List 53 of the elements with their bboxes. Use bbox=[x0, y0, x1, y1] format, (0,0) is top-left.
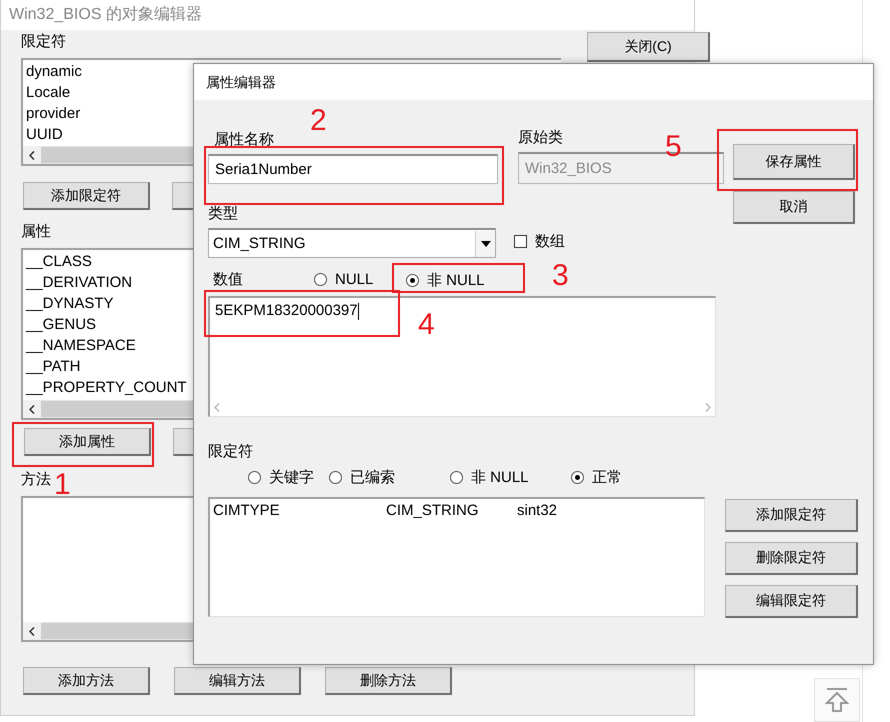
add-property-button[interactable]: 添加属性 bbox=[24, 428, 151, 456]
chevron-left-icon bbox=[29, 626, 35, 636]
field-label: 原始类 bbox=[518, 128, 563, 148]
type-dropdown[interactable]: CIM_STRING bbox=[208, 228, 496, 258]
up-arrow-icon bbox=[824, 687, 850, 713]
field-label: 类型 bbox=[208, 204, 238, 224]
radio-label: 非 NULL bbox=[471, 468, 529, 487]
annotation-number: 3 bbox=[552, 261, 569, 291]
checkbox-label: 数组 bbox=[535, 232, 565, 250]
chevron-left-icon bbox=[214, 402, 220, 412]
radio-label: 关键字 bbox=[269, 468, 314, 487]
chevron-right-icon bbox=[705, 402, 711, 412]
save-property-button[interactable]: 保存属性 bbox=[733, 144, 855, 180]
radio-button[interactable] bbox=[314, 272, 327, 286]
cancel-button[interactable]: 取消 bbox=[733, 191, 855, 224]
chevron-left-icon bbox=[29, 150, 35, 160]
section-label: 限定符 bbox=[21, 32, 66, 52]
radio-button[interactable] bbox=[571, 471, 584, 484]
annotation-number: 2 bbox=[310, 106, 327, 136]
property-name-field[interactable]: Seria1Number bbox=[208, 154, 498, 184]
radio-label: 已编索 bbox=[350, 468, 395, 487]
annotation-number: 4 bbox=[418, 310, 435, 340]
table-cell-text: sint32 bbox=[517, 502, 558, 519]
method-button[interactable]: 删除方法 bbox=[325, 667, 452, 695]
dialog-title: 属性编辑器 bbox=[194, 64, 873, 100]
field-label: 数值 bbox=[212, 270, 244, 290]
section-label: 限定符 bbox=[208, 442, 253, 462]
scroll-to-top-button[interactable] bbox=[814, 678, 860, 722]
method-button[interactable]: 编辑方法 bbox=[174, 667, 301, 695]
section-label: 属性 bbox=[21, 222, 51, 242]
radio-button[interactable] bbox=[450, 471, 463, 484]
radio-label: 非 NULL bbox=[427, 271, 485, 290]
qualifier-button[interactable]: 添加限定符 bbox=[725, 499, 858, 532]
radio-button[interactable] bbox=[329, 471, 342, 484]
chevron-left-icon bbox=[29, 404, 35, 414]
radio-label: 正常 bbox=[592, 468, 622, 487]
qualifier-button[interactable]: 编辑限定符 bbox=[725, 585, 858, 618]
add-qualifier-button[interactable]: 添加限定符 bbox=[23, 182, 150, 210]
radio-label: NULL bbox=[335, 270, 374, 288]
annotation-number: 1 bbox=[54, 470, 71, 500]
table-cell-text: CIMTYPE bbox=[213, 502, 281, 519]
radio-button[interactable] bbox=[406, 274, 419, 287]
qualifier-button[interactable]: 删除限定符 bbox=[725, 542, 858, 575]
close-button[interactable]: 关闭(C) bbox=[587, 32, 710, 62]
qualifier-table[interactable]: CIMTYPE CIM_STRING sint32 bbox=[208, 497, 705, 617]
checkbox[interactable] bbox=[514, 234, 527, 248]
dropdown-arrow-icon bbox=[480, 240, 490, 246]
radio-button[interactable] bbox=[248, 471, 261, 484]
window-title: Win32_BIOS 的对象编辑器 bbox=[1, 0, 694, 30]
table-cell-text: CIM_STRING bbox=[386, 502, 480, 519]
field-label: 属性名称 bbox=[213, 130, 274, 150]
section-label: 方法 bbox=[21, 470, 51, 490]
method-button[interactable]: 添加方法 bbox=[23, 667, 150, 695]
